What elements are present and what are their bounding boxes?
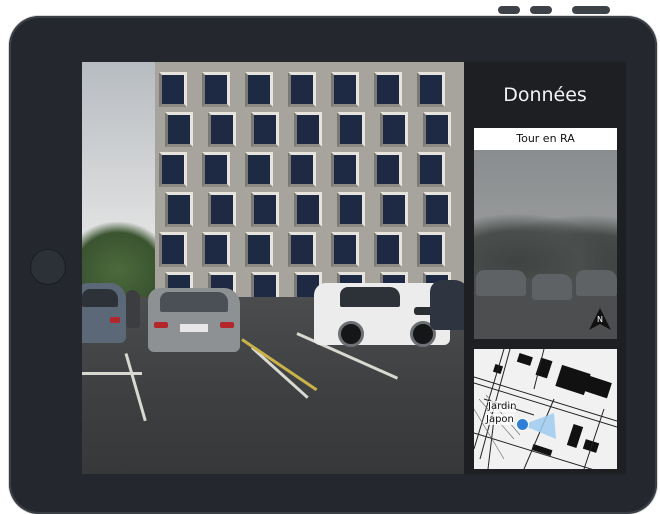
building-window — [380, 192, 408, 227]
building-window — [337, 112, 365, 147]
building-window — [202, 232, 230, 267]
building-facade — [155, 62, 464, 312]
building-window — [159, 232, 187, 267]
building-window — [245, 72, 273, 107]
building-window — [159, 72, 187, 107]
building-window — [245, 152, 273, 187]
ar-tour-view[interactable]: Tour en RA N — [474, 128, 617, 339]
power-button — [572, 6, 610, 14]
building-window — [245, 232, 273, 267]
building-window — [374, 152, 402, 187]
parked-car — [126, 290, 140, 328]
building-window — [159, 152, 187, 187]
building-window — [202, 72, 230, 107]
ar-tour-header: Tour en RA — [474, 128, 617, 150]
building-window — [423, 112, 451, 147]
camera-feed[interactable] — [82, 62, 464, 474]
building-window — [202, 152, 230, 187]
ar-car — [476, 270, 526, 296]
building-window — [288, 232, 316, 267]
building-window — [288, 72, 316, 107]
parked-car — [82, 283, 126, 343]
volume-button — [498, 6, 520, 14]
tablet-device: Données Tour en RA N Jardin Japon — [9, 16, 657, 514]
parked-car — [430, 280, 464, 330]
map-label-jardin: Jardin — [488, 401, 517, 412]
building-window — [165, 192, 193, 227]
building-window — [331, 72, 359, 107]
building-window — [288, 152, 316, 187]
building-window — [208, 112, 236, 147]
panel-title: Données — [503, 84, 587, 106]
ar-car — [532, 274, 572, 300]
map-label-japon: Japon — [486, 414, 514, 425]
building-window — [294, 112, 322, 147]
app-screen: Données Tour en RA N Jardin Japon — [82, 62, 626, 474]
building-window — [331, 232, 359, 267]
building-window — [208, 192, 236, 227]
data-panel: Données Tour en RA N Jardin Japon — [464, 62, 626, 474]
svg-text:N: N — [597, 315, 603, 324]
building-window — [417, 232, 445, 267]
building-window — [337, 192, 365, 227]
compass-arrow-icon[interactable]: N — [587, 306, 613, 332]
building-window — [380, 112, 408, 147]
building-window — [374, 232, 402, 267]
parked-car — [148, 288, 240, 352]
volume-button — [530, 6, 552, 14]
building-window — [251, 112, 279, 147]
location-marker-icon — [516, 418, 529, 431]
mini-map[interactable]: Jardin Japon — [474, 349, 617, 469]
parking-line — [82, 372, 142, 375]
building-window — [331, 152, 359, 187]
building-window — [251, 192, 279, 227]
building-window — [374, 72, 402, 107]
home-button[interactable] — [30, 249, 66, 285]
building-window — [165, 112, 193, 147]
building-window — [423, 192, 451, 227]
building-window — [417, 152, 445, 187]
building-window — [417, 72, 445, 107]
ar-car — [576, 270, 617, 296]
building-window — [294, 192, 322, 227]
